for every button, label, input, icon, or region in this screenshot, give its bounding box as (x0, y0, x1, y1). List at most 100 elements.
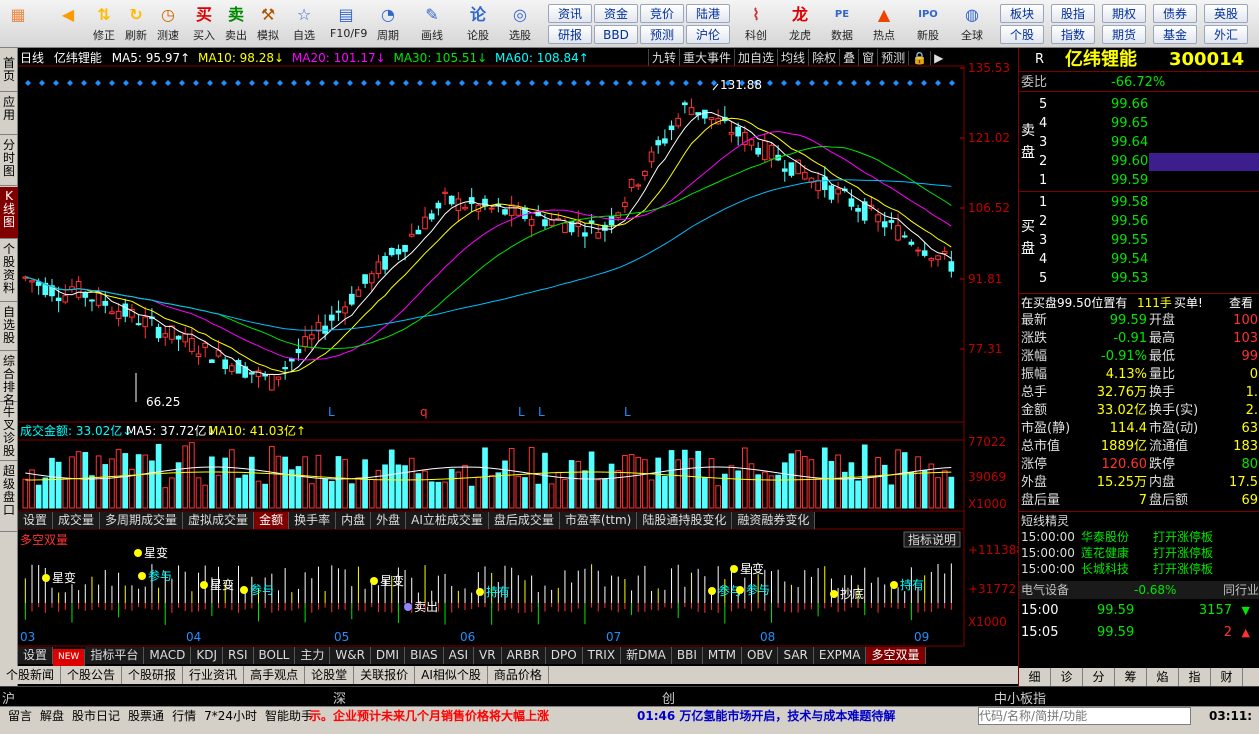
toolbar-btn-修正[interactable]: ⇅ 修正 (88, 2, 120, 46)
ind-tab-NEW[interactable]: NEW (53, 649, 86, 666)
sector-link[interactable]: 同行业比 (1223, 581, 1259, 599)
link-板块[interactable]: 板块 (1000, 4, 1044, 23)
side-tab-超级盘口[interactable]: 超级盘口 (0, 462, 18, 532)
link-指数[interactable]: 指数 (1051, 25, 1095, 44)
toolbar-btn-科创[interactable]: ⌇ 科创 (740, 2, 772, 46)
quote-tab-财[interactable]: 财 (1211, 668, 1243, 686)
info-tab-AI相似个股[interactable]: AI相似个股 (415, 666, 488, 684)
link-英股[interactable]: 英股 (1204, 4, 1248, 23)
toolbar-btn-周期[interactable]: ◔ 周期 (372, 2, 404, 46)
toolbar-btn-全球[interactable]: ◍ 全球 (956, 2, 988, 46)
ind-tab-BBI[interactable]: BBI (671, 647, 703, 664)
info-tab-个股研报[interactable]: 个股研报 (122, 666, 184, 684)
quote-tab-指[interactable]: 指 (1179, 668, 1211, 686)
vol-tab-虚拟成交量[interactable]: 虚拟成交量 (183, 512, 255, 529)
ind-tab-DMI[interactable]: DMI (370, 647, 406, 664)
side-tab-分时图[interactable]: 分时图 (0, 136, 18, 186)
link-期权[interactable]: 期权 (1102, 4, 1146, 23)
ind-tab-新DMA[interactable]: 新DMA (621, 647, 672, 664)
link-个股[interactable]: 个股 (1000, 25, 1044, 44)
info-tab-商品价格[interactable]: 商品价格 (488, 666, 549, 684)
ind-tab-MACD[interactable]: MACD (144, 647, 192, 664)
buy-level-row[interactable]: 5 99.53 (1019, 270, 1259, 288)
info-tab-论股堂[interactable]: 论股堂 (305, 666, 355, 684)
vol-tab-市盈率(ttm)[interactable]: 市盈率(ttm) (559, 512, 638, 529)
quote-tab-分[interactable]: 分 (1083, 668, 1115, 686)
vol-tab-盘后成交量[interactable]: 盘后成交量 (488, 512, 560, 529)
kline-chart[interactable]: 135.53 121.02 106.52 91.81 77.31 131.88 66.25 L… (18, 48, 1018, 706)
link-资金[interactable]: 资金 (594, 4, 638, 23)
ind-tab-BIAS[interactable]: BIAS (405, 647, 444, 664)
buy-level-row[interactable]: 1 99.58 (1019, 194, 1259, 212)
news-item[interactable]: 15:00:00 莲花健康 打开涨停板 (1019, 545, 1259, 561)
toolbar-btn-画线[interactable]: ✎ 画线 (416, 2, 448, 46)
toolbar-btn-windows[interactable]: ▦ (2, 2, 34, 46)
vol-tab-外盘[interactable]: 外盘 (371, 512, 407, 529)
side-tab-牛叉诊股[interactable]: 牛叉诊股 (0, 403, 18, 461)
buy-level-row[interactable]: 2 99.56 (1019, 213, 1259, 231)
ind-tab-TRIX[interactable]: TRIX (582, 647, 622, 664)
ind-tab-BOLL[interactable]: BOLL (253, 647, 296, 664)
tip-view-link[interactable]: 查看 (1229, 294, 1253, 312)
ind-tab-设置[interactable]: 设置 (18, 647, 54, 664)
status-item-解盘[interactable]: 解盘 (36, 707, 68, 725)
link-股指[interactable]: 股指 (1051, 4, 1095, 23)
toolbar-btn-买入[interactable]: 买买入 (188, 2, 220, 46)
toolbar-btn-F10/F9[interactable]: ▤ F10/F9 (330, 2, 367, 46)
toolbar-btn-选股[interactable]: ◎ 选股 (504, 2, 536, 46)
market-index-沪[interactable]: 沪 (2, 688, 15, 707)
ind-tab-主力[interactable]: 主力 (295, 647, 331, 664)
ind-tab-W&R[interactable]: W&R (330, 647, 371, 664)
search-input[interactable] (978, 707, 1191, 725)
ind-tab-OBV[interactable]: OBV (741, 647, 779, 664)
ind-tab-EXPMA[interactable]: EXPMA (813, 647, 867, 664)
toolbar-btn-热点[interactable]: ▲ 热点 (868, 2, 900, 46)
status-item-7*24小时[interactable]: 7*24小时 (200, 707, 261, 725)
link-基金[interactable]: 基金 (1153, 25, 1197, 44)
info-tab-个股新闻[interactable]: 个股新闻 (0, 666, 62, 684)
vol-tab-成交量[interactable]: 成交量 (53, 512, 101, 529)
status-item-股市日记[interactable]: 股市日记 (68, 707, 124, 725)
side-tab-K线图[interactable]: K线图 (0, 187, 18, 239)
sell-level-row[interactable]: 3 99.64 (1019, 134, 1259, 152)
ind-tab-ASI[interactable]: ASI (443, 647, 475, 664)
vol-tab-金额[interactable]: 金额 (254, 512, 290, 529)
link-外汇[interactable]: 外汇 (1204, 25, 1248, 44)
market-index-深[interactable]: 深 (333, 688, 346, 707)
quote-tab-细[interactable]: 细 (1019, 668, 1051, 686)
news-item[interactable]: 15:00:00 长城科技 打开涨停板 (1019, 561, 1259, 577)
kline-chart-area[interactable]: 日线 亿纬锂能 MA5: 95.97↑ MA10: 98.28↓ MA20: 1… (18, 48, 1018, 706)
side-tab-应用[interactable]: 应用 (0, 93, 18, 135)
toolbar-btn-模拟[interactable]: ⚒ 模拟 (252, 2, 284, 46)
link-竞价[interactable]: 竞价 (640, 4, 684, 23)
status-item-股票通[interactable]: 股票通 (124, 707, 168, 725)
sell-level-row[interactable]: 5 99.66 (1019, 96, 1259, 114)
ind-tab-DPO[interactable]: DPO (545, 647, 583, 664)
ind-tab-ARBR[interactable]: ARBR (501, 647, 546, 664)
toolbar-btn-自选[interactable]: ☆ 自选 (288, 2, 320, 46)
ind-tab-VR[interactable]: VR (474, 647, 502, 664)
market-index-中小板指[interactable]: 中小板指 (994, 688, 1046, 707)
vol-tab-设置[interactable]: 设置 (18, 512, 54, 529)
quote-tab-筹[interactable]: 筹 (1115, 668, 1147, 686)
ind-tab-多空双量[interactable]: 多空双量 (866, 647, 926, 664)
toolbar-btn-龙虎[interactable]: 龙龙虎 (784, 2, 816, 46)
vol-tab-陆股通持股变化[interactable]: 陆股通持股变化 (637, 512, 733, 529)
vol-tab-换手率[interactable]: 换手率 (289, 512, 337, 529)
buy-level-row[interactable]: 3 99.55 (1019, 232, 1259, 250)
vol-tab-融资融券变化[interactable]: 融资融券变化 (732, 512, 816, 529)
market-index-创[interactable]: 创 (662, 688, 675, 707)
ind-tab-RSI[interactable]: RSI (223, 647, 254, 664)
sell-level-row[interactable]: 1 99.59 (1019, 172, 1259, 190)
link-沪伦[interactable]: 沪伦 (686, 25, 730, 44)
vol-tab-内盘[interactable]: 内盘 (336, 512, 372, 529)
link-陆港[interactable]: 陆港 (686, 4, 730, 23)
side-tab-自选股[interactable]: 自选股 (0, 303, 18, 351)
toolbar-btn-论股[interactable]: 论论股 (462, 2, 494, 46)
ind-tab-MTM[interactable]: MTM (702, 647, 742, 664)
info-tab-关联报价[interactable]: 关联报价 (354, 666, 416, 684)
link-预测[interactable]: 预测 (640, 25, 684, 44)
toolbar-btn-数据[interactable]: PE 数据 (826, 2, 858, 46)
link-期货[interactable]: 期货 (1102, 25, 1146, 44)
info-tab-高手观点[interactable]: 高手观点 (244, 666, 306, 684)
